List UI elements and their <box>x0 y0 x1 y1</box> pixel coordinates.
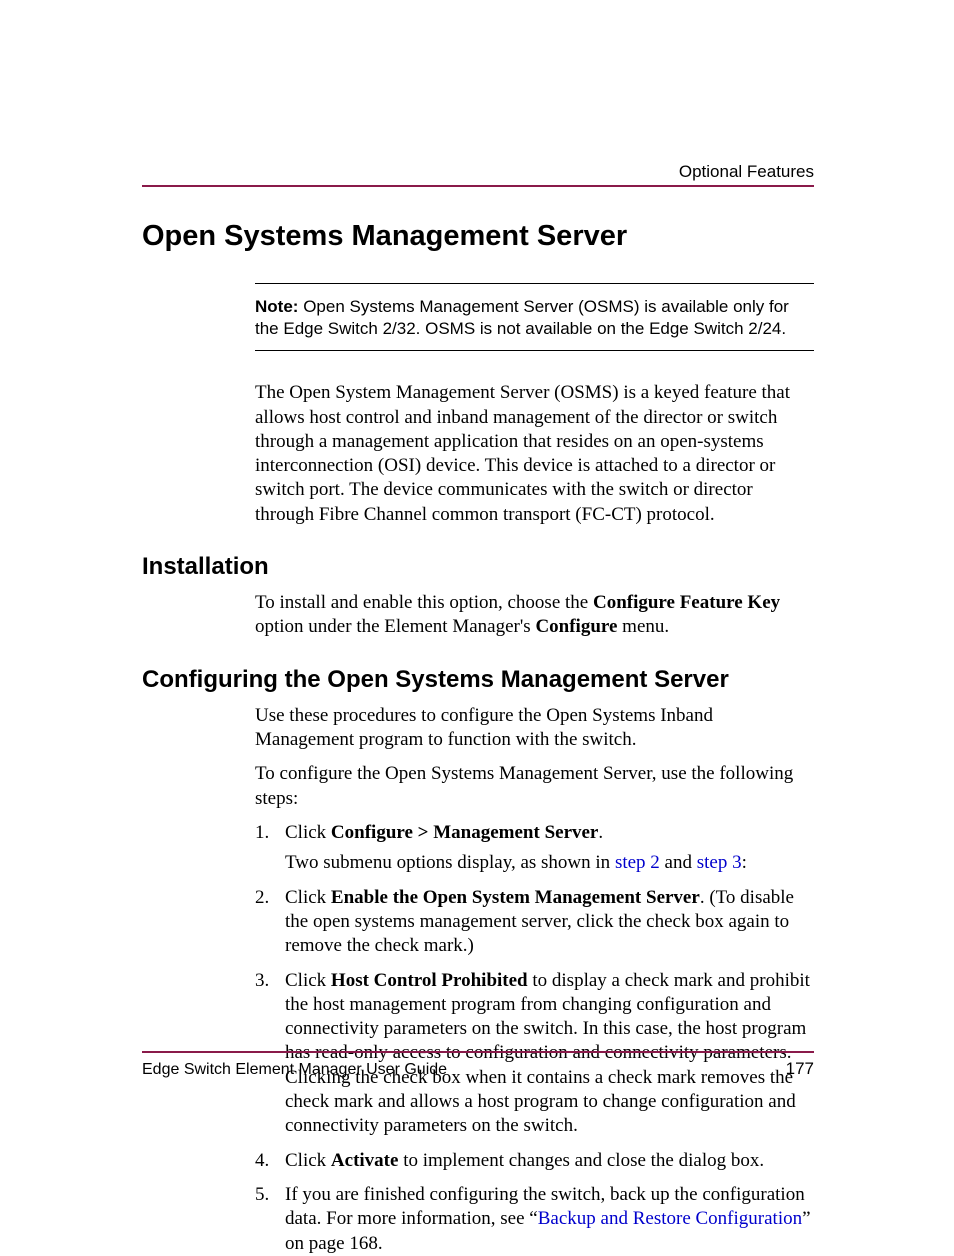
installation-paragraph: To install and enable this option, choos… <box>255 591 814 640</box>
activate-label: Activate <box>331 1150 399 1171</box>
enable-osms-label: Enable the Open System Management Server <box>331 887 700 908</box>
text: To install and enable this option, choos… <box>255 592 593 613</box>
intro-paragraph: The Open System Management Server (OSMS)… <box>255 381 814 527</box>
text: and <box>660 852 697 873</box>
link-backup-restore[interactable]: Backup and Restore Configuration <box>538 1208 802 1229</box>
link-step-2[interactable]: step 2 <box>615 852 660 873</box>
configuring-heading: Configuring the Open Systems Management … <box>142 666 814 694</box>
steps-list: Click Configure > Management Server. Two… <box>255 821 814 1256</box>
text: Click <box>285 1150 331 1171</box>
installation-heading: Installation <box>142 553 814 581</box>
text: Click <box>285 887 331 908</box>
text: option under the Element Manager's <box>255 616 535 637</box>
page-title: Open Systems Management Server <box>142 220 814 253</box>
step-3: Click Host Control Prohibited to display… <box>255 969 814 1139</box>
text: Two submenu options display, as shown in <box>285 852 615 873</box>
config-paragraph-2: To configure the Open Systems Management… <box>255 762 814 811</box>
footer-rule <box>142 1051 814 1053</box>
host-control-prohibited-label: Host Control Prohibited <box>331 970 528 991</box>
page-number: 177 <box>786 1059 814 1079</box>
step-1-sub: Two submenu options display, as shown in… <box>285 851 814 875</box>
step-1: Click Configure > Management Server. Two… <box>255 821 814 876</box>
menu-path-label: Configure > Management Server <box>331 822 598 843</box>
text: : <box>742 852 747 873</box>
text: . <box>598 822 603 843</box>
text: Click <box>285 970 331 991</box>
page: Optional Features Open Systems Managemen… <box>0 0 954 1235</box>
configure-menu-label: Configure <box>535 616 617 637</box>
text: menu. <box>617 616 669 637</box>
link-step-3[interactable]: step 3 <box>697 852 742 873</box>
configure-feature-key-label: Configure Feature Key <box>593 592 780 613</box>
header-rule <box>142 185 814 187</box>
config-paragraph-1: Use these procedures to configure the Op… <box>255 704 814 753</box>
text: Click <box>285 822 331 843</box>
step-4: Click Activate to implement changes and … <box>255 1149 814 1173</box>
running-head: Optional Features <box>679 162 814 182</box>
note-text: Open Systems Management Server (OSMS) is… <box>255 297 789 338</box>
note-label: Note: <box>255 297 298 316</box>
step-5: If you are finished configuring the swit… <box>255 1183 814 1256</box>
text: to implement changes and close the dialo… <box>398 1150 764 1171</box>
footer-title: Edge Switch Element Manager User Guide <box>142 1061 447 1079</box>
note-block: Note: Open Systems Management Server (OS… <box>255 283 814 351</box>
step-2: Click Enable the Open System Management … <box>255 886 814 959</box>
